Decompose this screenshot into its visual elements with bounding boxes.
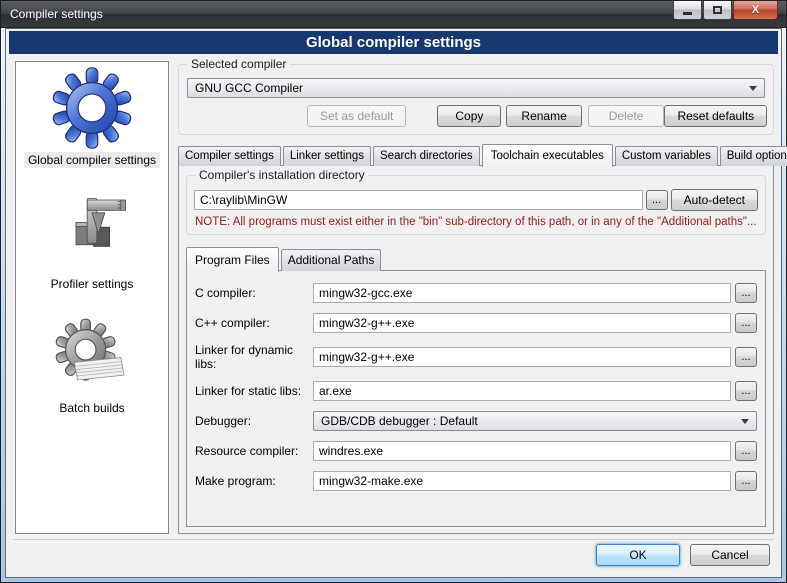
c-compiler-row: C compiler: ... [195,283,757,303]
sidebar-item-profiler-settings[interactable]: Profiler settings [47,190,138,292]
tab-custom-variables[interactable]: Custom variables [615,146,718,166]
c-compiler-browse-button[interactable]: ... [735,283,757,303]
dynamic-linker-row: Linker for dynamic libs: ... [195,343,757,371]
field-label: Make program: [195,474,313,488]
compiler-select[interactable]: GNU GCC Compiler [187,78,765,98]
static-linker-browse-button[interactable]: ... [735,381,757,401]
resource-compiler-row: Resource compiler: ... [195,441,757,461]
sidebar-item-label: Profiler settings [47,276,138,292]
minimize-icon [683,12,692,15]
gear-blue-icon [50,66,134,150]
static-linker-input[interactable] [313,381,731,401]
dynamic-linker-input[interactable] [313,347,731,367]
maximize-button[interactable] [703,1,732,20]
cpp-compiler-row: C++ compiler: ... [195,313,757,333]
reset-defaults-button[interactable]: Reset defaults [664,105,767,127]
sidebar-item-label: Batch builds [55,400,128,416]
dialog-client-area: Global compiler settings [5,28,782,578]
cpp-compiler-input[interactable] [313,313,731,333]
resource-compiler-browse-button[interactable]: ... [735,441,757,461]
make-program-browse-button[interactable]: ... [735,471,757,491]
tab-build-options[interactable]: Build options [720,146,787,166]
make-program-input[interactable] [313,471,731,491]
debugger-select[interactable]: GDB/CDB debugger : Default [313,411,757,431]
field-label: Linker for dynamic libs: [195,343,313,371]
settings-category-list: Global compiler settings [15,61,169,534]
chevron-down-icon [749,86,757,91]
debugger-row: Debugger: GDB/CDB debugger : Default [195,411,757,431]
debugger-select-value: GDB/CDB debugger : Default [321,414,741,428]
set-as-default-button[interactable]: Set as default [307,105,406,127]
static-linker-row: Linker for static libs: ... [195,381,757,401]
make-program-row: Make program: ... [195,471,757,491]
program-files-panel: C compiler: ... C++ compiler: ... [186,270,766,527]
cancel-button[interactable]: Cancel [690,544,770,566]
close-button[interactable]: X [733,1,778,20]
field-label: Linker for static libs: [195,384,313,398]
c-compiler-input[interactable] [313,283,731,303]
ok-button[interactable]: OK [596,544,680,566]
selected-compiler-group: Selected compiler GNU GCC Compiler Set a… [178,64,774,135]
window-controls: X [673,1,778,20]
auto-detect-button[interactable]: Auto-detect [671,189,758,211]
tab-compiler-settings[interactable]: Compiler settings [178,146,281,166]
dynamic-linker-browse-button[interactable]: ... [735,347,757,367]
bin-subdirectory-note: NOTE: All programs must exist either in … [195,216,757,228]
field-label: Resource compiler: [195,444,313,458]
main-area: Global compiler settings [6,59,781,534]
titlebar[interactable]: Compiler settings X [1,1,786,28]
minimize-button[interactable] [673,1,702,20]
sidebar-item-global-compiler-settings[interactable]: Global compiler settings [24,66,160,168]
dialog-footer: OK Cancel [13,539,774,577]
installation-directory-row: ... Auto-detect [194,189,758,211]
installation-directory-input[interactable] [194,190,643,210]
compiler-tabs: Compiler settings Linker settings Search… [178,144,774,166]
caliper-icon [50,190,134,274]
window-title: Compiler settings [10,7,103,21]
field-label: Debugger: [195,414,313,428]
tab-search-directories[interactable]: Search directories [373,146,480,166]
compiler-buttons-row: Set as default Copy Rename Delete Reset … [187,105,765,127]
rename-button[interactable]: Rename [506,105,581,127]
group-label: Selected compiler [187,57,290,71]
group-label: Compiler's installation directory [195,168,369,182]
tab-toolchain-executables[interactable]: Toolchain executables [482,144,613,167]
gear-stack-icon [50,314,134,398]
resource-compiler-input[interactable] [313,441,731,461]
close-icon: X [752,4,759,16]
toolchain-executables-panel: Compiler's installation directory ... Au… [178,165,774,534]
compiler-settings-dialog: Compiler settings X Global compiler sett… [0,0,787,583]
sidebar-item-batch-builds[interactable]: Batch builds [50,314,134,416]
toolchain-subtabs: Program Files Additional Paths [186,247,766,271]
settings-content: Selected compiler GNU GCC Compiler Set a… [178,61,774,534]
tab-linker-settings[interactable]: Linker settings [283,146,371,166]
copy-button[interactable]: Copy [437,105,501,127]
sidebar-item-label: Global compiler settings [24,152,160,168]
field-label: C++ compiler: [195,316,313,330]
page-title: Global compiler settings [9,31,778,54]
tab-program-files[interactable]: Program Files [186,247,279,272]
chevron-down-icon [741,419,749,424]
compiler-select-value: GNU GCC Compiler [195,81,749,95]
installation-directory-group: Compiler's installation directory ... Au… [186,175,766,235]
browse-directory-button[interactable]: ... [646,190,668,210]
field-label: C compiler: [195,286,313,300]
tab-additional-paths[interactable]: Additional Paths [281,249,382,271]
cpp-compiler-browse-button[interactable]: ... [735,313,757,333]
maximize-icon [713,6,722,14]
delete-button[interactable]: Delete [588,105,665,127]
